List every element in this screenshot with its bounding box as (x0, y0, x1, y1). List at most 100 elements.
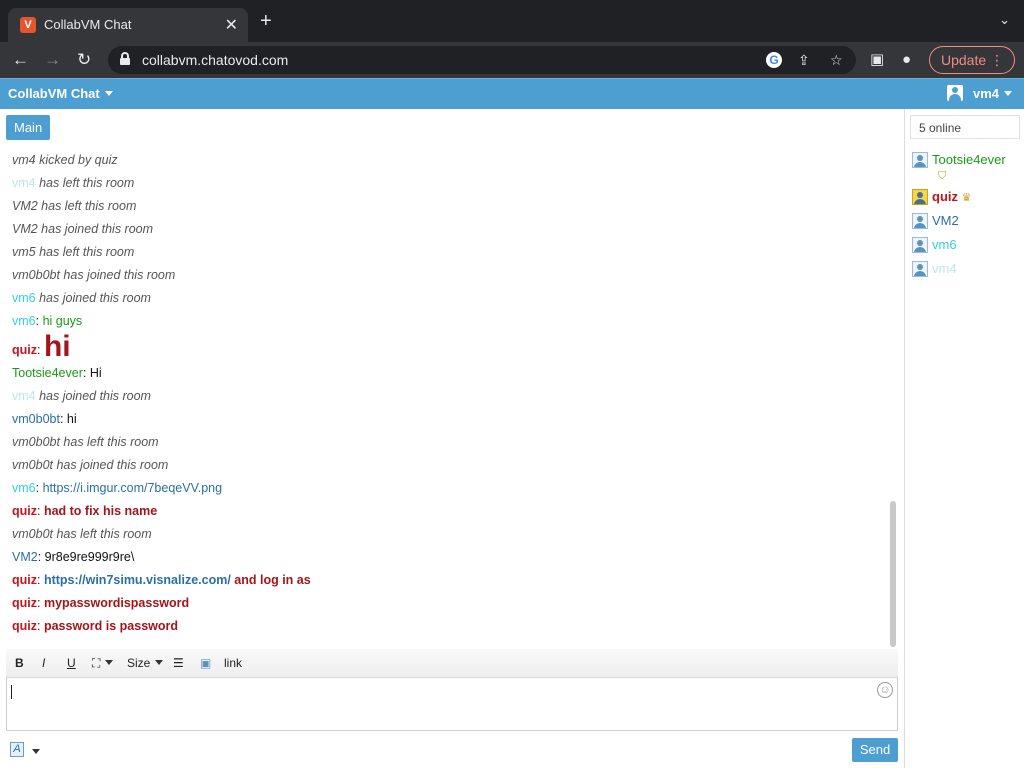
size-label: Size (127, 656, 151, 670)
chevron-down-icon[interactable] (32, 749, 40, 754)
message-text: mypasswordispassword (43, 596, 190, 610)
chat-main: Main vm4 kicked by quiz vm4 has left thi… (0, 109, 904, 768)
app-title-menu[interactable]: CollabVM Chat (8, 86, 113, 101)
browser-tabstrip: V CollabVM Chat ✕ + ⌄ (0, 0, 1024, 42)
user-link[interactable]: quiz (12, 573, 37, 587)
more-menu-icon[interactable]: ⋮ (990, 52, 1004, 69)
user-avatar-icon (912, 189, 928, 205)
user-name: quiz (932, 189, 958, 204)
user-link[interactable]: quiz (12, 504, 37, 518)
message-chat: vm6: hi guys (12, 314, 83, 328)
user-link[interactable]: quiz (12, 619, 37, 633)
scrollbar-thumb[interactable] (890, 501, 896, 647)
user-name: Tootsie4ever (932, 152, 1006, 167)
chevron-down-icon (105, 660, 114, 665)
message-chat: quiz: https://win7simu.visnalize.com/ an… (12, 573, 311, 587)
message-chat: quiz: password is password (12, 619, 179, 633)
favicon-icon: V (20, 17, 36, 33)
message-text: hi (66, 412, 77, 426)
address-bar[interactable]: collabvm.chatovod.com G ⇪ ☆ (108, 46, 856, 74)
user-name: vm4 (932, 261, 957, 276)
reload-icon[interactable]: ↻ (77, 50, 91, 70)
list-icon[interactable]: ☰ (173, 656, 184, 670)
size-dropdown[interactable]: Size (127, 656, 164, 670)
user-list-item[interactable]: quiz ♛ (912, 189, 972, 205)
message-chat: quiz: hi (12, 330, 71, 363)
message-text: password is password (43, 619, 179, 633)
app-header: CollabVM Chat vm4 (0, 78, 1024, 109)
user-link[interactable]: vm4 (12, 389, 36, 403)
message-system: vm0b0t has left this room (12, 527, 152, 541)
share-icon[interactable]: ⇪ (798, 51, 810, 69)
update-button[interactable]: Update ⋮ (929, 46, 1015, 74)
message-chat: vm0b0bt: hi (12, 412, 77, 426)
user-list-item[interactable]: VM2 (912, 213, 959, 229)
message-text: and log in as (234, 573, 311, 587)
new-tab-icon[interactable]: + (260, 11, 272, 31)
profile-icon[interactable]: ● (902, 51, 911, 69)
user-menu[interactable]: vm4 (946, 85, 1012, 101)
user-link[interactable]: vm6 (12, 291, 36, 305)
user-avatar-icon (912, 213, 928, 229)
message-text: hi guys (42, 314, 83, 328)
browser-tab[interactable]: V CollabVM Chat ✕ (8, 8, 248, 42)
link-button[interactable]: link (224, 656, 242, 670)
bold-button[interactable]: B (15, 656, 24, 670)
forward-icon[interactable]: → (44, 50, 61, 70)
message-list: vm4 kicked by quiz vm4 has left this roo… (12, 153, 882, 642)
message-chat: quiz: mypasswordispassword (12, 596, 190, 610)
user-name: VM2 (932, 213, 959, 228)
color-fill-button[interactable]: ⛶ (92, 656, 114, 671)
tab-main[interactable]: Main (6, 115, 51, 140)
user-link[interactable]: quiz (12, 343, 37, 357)
close-tab-icon[interactable]: ✕ (225, 15, 238, 35)
browser-toolbar: ← → ↻ collabvm.chatovod.com G ⇪ ☆ ▣ ● Up… (0, 42, 1024, 78)
side-panel-icon[interactable]: ▣ (870, 51, 884, 69)
user-list-item[interactable]: vm6 (912, 237, 957, 253)
user-link[interactable]: vm4 (12, 176, 36, 190)
user-list-item[interactable]: vm4 (912, 261, 957, 277)
shield-icon: ⛉ (938, 170, 947, 182)
message-system: vm5 has left this room (12, 245, 135, 259)
chevron-down-icon (1004, 91, 1012, 96)
tab-search-chevron-icon[interactable]: ⌄ (999, 12, 1010, 28)
user-sidebar: 5 online Tootsie4ever ⛉ quiz ♛ VM2 vm6 v… (904, 109, 1024, 768)
message-system: vm0b0bt has joined this room (12, 268, 176, 282)
paint-bucket-icon: ⛶ (92, 656, 101, 670)
google-lens-icon[interactable]: G (766, 52, 782, 68)
crown-icon: ♛ (961, 192, 972, 204)
image-icon[interactable]: ▣ (200, 656, 211, 670)
message-system: vm4 kicked by quiz (12, 153, 118, 167)
italic-button[interactable]: I (42, 656, 45, 670)
message-input[interactable]: ☺ (6, 677, 898, 731)
smiley-icon[interactable]: ☺ (877, 682, 893, 698)
back-icon[interactable]: ← (12, 50, 29, 70)
message-system: vm4 has joined this room (12, 389, 151, 403)
user-list-item[interactable]: Tootsie4ever ⛉ (912, 152, 1006, 183)
font-style-button[interactable]: A (10, 742, 24, 757)
user-avatar-icon (912, 261, 928, 277)
send-button[interactable]: Send (852, 738, 898, 762)
user-link[interactable]: vm0b0bt (12, 412, 60, 426)
user-link[interactable]: Tootsie4ever (12, 366, 83, 380)
user-link[interactable]: quiz (12, 596, 37, 610)
app-title: CollabVM Chat (8, 86, 100, 101)
chevron-down-icon (104, 91, 113, 96)
user-avatar-icon (912, 152, 928, 168)
url-text[interactable]: collabvm.chatovod.com (142, 52, 288, 68)
bookmark-star-icon[interactable]: ☆ (830, 51, 843, 69)
message-link[interactable]: https://win7simu.visnalize.com/ (44, 573, 231, 587)
underline-button[interactable]: U (67, 656, 76, 670)
user-link[interactable]: vm6 (12, 314, 36, 328)
lock-icon (120, 52, 130, 65)
user-name: vm6 (932, 237, 957, 252)
message-text: 9r8e9re999r9re\ (44, 550, 135, 564)
user-link[interactable]: VM2 (12, 550, 38, 564)
chevron-down-icon (155, 660, 164, 665)
message-text: hi (43, 330, 71, 363)
message-system: VM2 has left this room (12, 199, 137, 213)
message-link[interactable]: https://i.imgur.com/7beqeVV.png (43, 481, 223, 495)
user-link[interactable]: vm6 (12, 481, 36, 495)
message-system: vm4 has left this room (12, 176, 135, 190)
online-count: 5 online (910, 115, 1020, 139)
